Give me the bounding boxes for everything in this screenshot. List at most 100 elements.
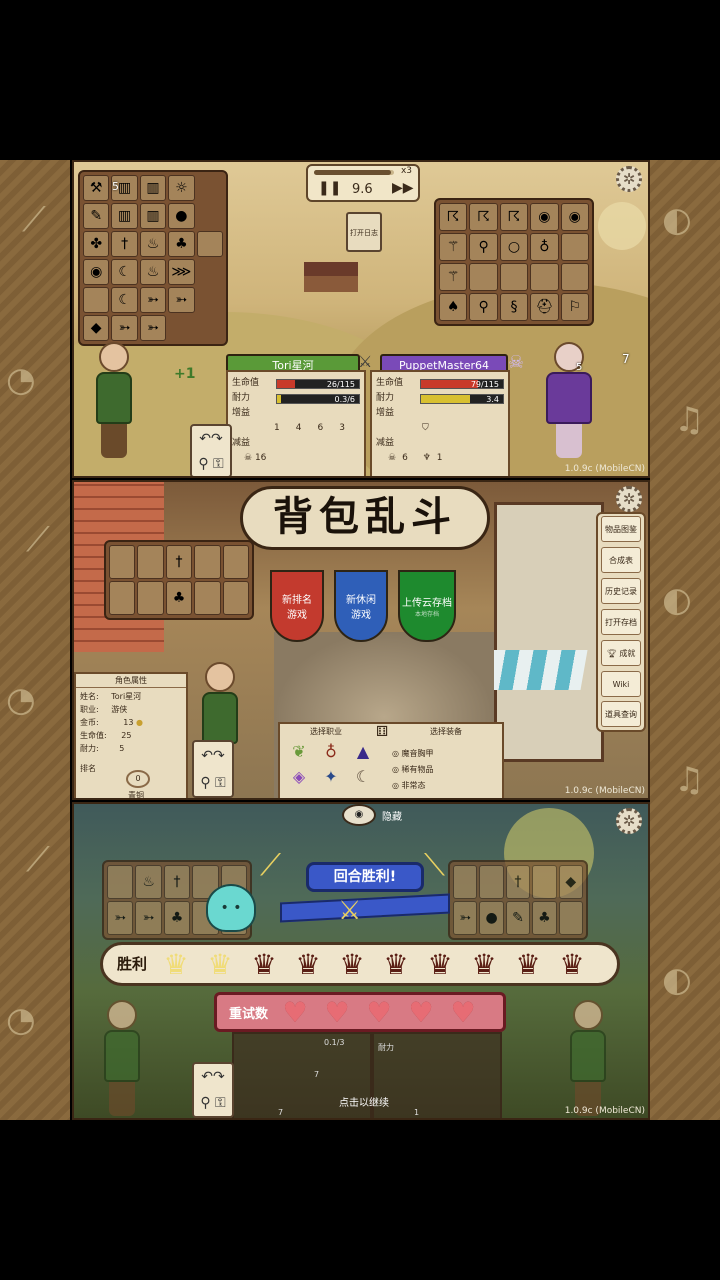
potion-class-icon[interactable]: ♁ [318,742,344,761]
cat-icon[interactable]: ☾ [111,287,138,313]
achievements-button[interactable]: 🏆︎ 成就 [601,639,641,666]
zoom-lock-icon[interactable]: ⚲ ⚿ [200,1095,225,1111]
snake-icon[interactable]: § [499,293,529,321]
fast-forward-icon[interactable]: ▶▶ [392,180,414,196]
empty-slot[interactable] [560,233,589,261]
timber-house [494,502,604,762]
empty-slot[interactable] [196,231,223,257]
zoom-lock-icon[interactable]: ⚲ ⚿ [200,775,225,791]
opponent-health: 79/115 [470,380,499,389]
stat-key: 金币: [80,718,99,727]
retries-bar: 重试数 ♥ ♥ ♥ ♥ ♥ [214,992,506,1032]
clover-icon[interactable]: ♣ [168,231,195,257]
item-query-button[interactable]: 道具查询 [601,701,641,728]
rotate-icon[interactable]: ↶↷ [199,431,222,447]
starter-backpack[interactable]: † ♣ [104,540,254,620]
eye-icon[interactable]: ◉ [560,203,589,231]
eye-icon[interactable]: ◉ [530,203,559,231]
door-icon[interactable]: ▥ [111,203,138,229]
arrow-icon[interactable]: ➳ [139,287,167,313]
shell-icon: ◔ [6,1000,36,1040]
staff-icon[interactable]: ⚚ [439,233,468,261]
hat-class-icon[interactable]: ▲ [350,742,376,761]
shovel-icon[interactable]: ⚒ [83,175,110,201]
empty-slot[interactable] [194,545,221,579]
rotate-icon[interactable]: ↶↷ [201,748,224,764]
coin-icon[interactable]: ● [168,203,195,229]
empty-slot[interactable] [499,263,529,291]
recipes-button[interactable]: 合成表 [601,547,641,574]
cat-class-icon[interactable]: ☾ [350,767,376,786]
scroll-icon[interactable]: ✎ [83,203,110,229]
door-icon[interactable]: ▥ [139,175,167,201]
pause-icon[interactable]: ❚❚ [318,180,341,196]
player-backpack[interactable]: ⚒ ▥ ▥ ☼ ✎ ▥ ▥ ● ✤ † ♨ ♣ ◉ ☾ ♨ ⋙ ☾ ➳ ➳ ◆ … [78,170,228,346]
empty-slot[interactable] [109,545,136,579]
dagger-icon[interactable]: † [165,545,193,579]
arrow-icon[interactable]: ➳ [168,287,195,313]
wiki-button[interactable]: Wiki [601,670,641,697]
empty-slot[interactable] [222,581,249,615]
hide-toggle[interactable]: ◉ 隐藏 [342,804,402,826]
empty-slot[interactable] [137,545,164,579]
open-log-button[interactable]: 打开日志 [346,212,382,252]
helmet-icon[interactable]: ⛑ [530,293,559,321]
stats-card-title: 角色属性 [76,674,186,688]
potion-icon[interactable]: ♁ [530,233,559,261]
sword-icon[interactable]: † [111,231,138,257]
empty-slot[interactable] [194,581,221,615]
eye-icon[interactable]: ◉ [342,804,376,826]
empty-slot[interactable] [137,581,164,615]
gear-option[interactable]: ◎ 非常态 [392,778,434,794]
gem-icon[interactable]: ◆ [83,315,110,341]
scythe-icon[interactable]: ☈ [499,203,529,231]
empty-slot[interactable] [222,545,249,579]
boot-icon[interactable]: ⚐ [560,293,589,321]
item-catalog-button[interactable]: 物品图鉴 [601,516,641,543]
cat-icon[interactable]: ☾ [111,259,138,285]
clover-icon[interactable]: ✤ [83,231,110,257]
torch-icon[interactable]: ♨ [139,231,167,257]
arrow-icon[interactable]: ➳ [139,315,167,341]
bone-icon[interactable]: ⚲ [469,233,498,261]
leaf-class-icon[interactable]: ❦ [286,742,312,761]
clover-icon[interactable]: ♣ [165,581,193,615]
mirror-icon[interactable]: ○ [499,233,529,261]
settings-gear-icon[interactable]: ✲ [616,486,642,512]
gear-select-title: 选择装备 [430,727,462,736]
new-casual-game-button[interactable]: 新休闲 游戏 [334,570,388,642]
upload-cloud-save-button[interactable]: 上传云存档 本地存档 [398,570,456,642]
bone-icon[interactable]: ⚲ [469,293,498,321]
zoom-lock-icon[interactable]: ⚲ ⚿ [198,456,223,472]
scythe-icon[interactable]: ☈ [439,203,468,231]
fish-icon[interactable]: ⋙ [168,259,195,285]
empty-slot[interactable] [83,287,110,313]
crossed-swords-icon: ⚔ [358,352,373,371]
opponent-backpack[interactable]: ☈ ☈ ☈ ◉ ◉ ⚚ ⚲ ○ ♁ ⚚ ♠ ⚲ § ⛑ ⚐ [434,198,594,326]
open-save-button[interactable]: 打开存档 [601,608,641,635]
lantern-class-icon[interactable]: ◈ [286,767,312,786]
tap-to-continue[interactable]: 点击以继续 [294,1094,434,1109]
settings-gear-icon[interactable]: ✲ [616,808,642,834]
dice-icon[interactable]: ⚅ [376,724,388,740]
gear-option[interactable]: ◎ 稀有物品 [392,762,434,778]
orb-icon[interactable]: ◉ [83,259,110,285]
settings-gear-icon[interactable]: ✲ [616,166,642,192]
door-icon[interactable]: ▥ [139,203,167,229]
scythe-icon[interactable]: ☈ [469,203,498,231]
empty-slot[interactable] [109,581,136,615]
fire-icon[interactable]: ♨ [139,259,167,285]
history-button[interactable]: 历史记录 [601,578,641,605]
new-ranked-game-button[interactable]: 新排名 游戏 [270,570,324,642]
gear-option[interactable]: ◎ 魔音胸甲 [392,746,434,762]
empty-slot[interactable] [530,263,559,291]
opponent-stats: 生命值 79/115 耐力 3.4 增益 ⛉ 减益 ☠6 ♆1 [370,370,510,476]
staff-icon[interactable]: ⚚ [439,263,468,291]
lantern-icon[interactable]: ☼ [168,175,195,201]
empty-slot[interactable] [469,263,498,291]
rotate-icon[interactable]: ↶↷ [201,1069,224,1085]
garlic-icon[interactable]: ♠ [439,293,468,321]
empty-slot[interactable] [560,263,589,291]
arrow-icon[interactable]: ➳ [111,315,138,341]
wolf-class-icon[interactable]: ✦ [318,767,344,786]
